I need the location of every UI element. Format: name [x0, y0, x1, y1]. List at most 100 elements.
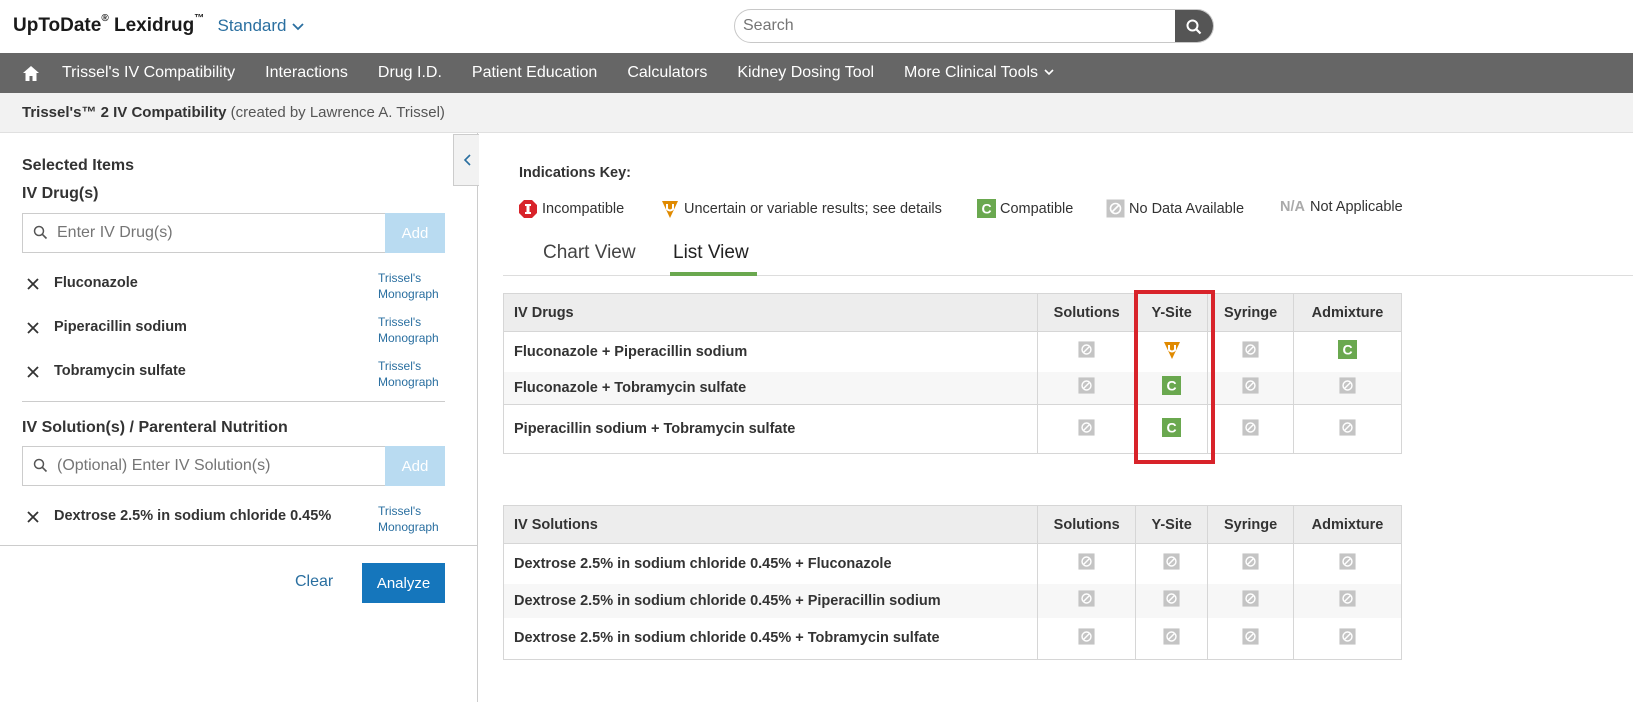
monograph-link[interactable]: Trissel's Monograph	[378, 358, 439, 390]
cell-solutions[interactable]	[1037, 371, 1137, 405]
brand-logo[interactable]: UpToDate® Lexidrug™ Standard	[13, 13, 305, 37]
key-not-applicable-label: Not Applicable	[1309, 199, 1403, 215]
selected-drug-item: Piperacillin sodium Trissel's Monograph	[22, 314, 445, 348]
col-syringe: Syringe	[1207, 293, 1295, 332]
monograph-link[interactable]: Trissel's Monograph	[378, 503, 439, 535]
iv-drugs-table: IV Drugs Solutions Y-Site Syringe Admixt…	[502, 293, 1402, 454]
no-data-icon	[1339, 553, 1356, 574]
cell-admixture[interactable]	[1293, 543, 1402, 584]
iv-solutions-heading: IV Solution(s) / Parenteral Nutrition	[22, 419, 288, 436]
table-row: Dextrose 2.5% in sodium chloride 0.45% +…	[502, 583, 1402, 618]
no-data-icon	[1078, 553, 1095, 574]
add-drug-button[interactable]: Add	[385, 213, 445, 253]
cell-admixture[interactable]	[1293, 583, 1402, 618]
drug-name: Tobramycin sulfate	[54, 363, 186, 379]
cell-admixture[interactable]	[1293, 371, 1402, 405]
remove-icon[interactable]	[26, 277, 40, 291]
col-ysite: Y-Site	[1135, 505, 1209, 544]
monograph-link-line2: Monograph	[378, 331, 439, 345]
solution-search-field: Add	[22, 446, 445, 486]
cell-solutions[interactable]	[1037, 543, 1137, 584]
uncertain-icon	[662, 201, 678, 218]
solution-pair-label: Dextrose 2.5% in sodium chloride 0.45% +…	[502, 543, 1039, 584]
drug-search-field: Add	[22, 213, 445, 253]
home-button[interactable]	[0, 53, 62, 93]
cell-solutions[interactable]	[1037, 331, 1137, 372]
page-title-credit: (created by Lawrence A. Trissel)	[230, 104, 445, 121]
chevron-down-icon	[292, 22, 305, 30]
no-data-icon	[1339, 628, 1356, 649]
key-compatible: C Compatible	[977, 199, 1073, 218]
nav-drug-id[interactable]: Drug I.D.	[378, 64, 442, 82]
solution-search-input[interactable]	[57, 447, 397, 485]
no-data-icon	[1242, 418, 1259, 440]
monograph-link[interactable]: Trissel's Monograph	[378, 270, 439, 302]
iv-drugs-header: IV Drugs	[502, 293, 1039, 332]
cell-solutions[interactable]	[1037, 583, 1137, 618]
nav-kidney-dosing[interactable]: Kidney Dosing Tool	[737, 64, 874, 82]
key-not-applicable: N/A Not Applicable	[1280, 199, 1403, 215]
remove-icon[interactable]	[26, 321, 40, 335]
cell-admixture[interactable]: C	[1293, 331, 1402, 372]
nav-patient-education[interactable]: Patient Education	[472, 64, 597, 82]
collapse-panel-button[interactable]	[453, 134, 479, 186]
iv-solutions-table: IV Solutions Solutions Y-Site Syringe Ad…	[502, 505, 1402, 660]
svg-text:C: C	[981, 201, 991, 217]
table-row: Dextrose 2.5% in sodium chloride 0.45% +…	[502, 543, 1402, 584]
nav-interactions[interactable]: Interactions	[265, 64, 348, 82]
nav-calculators[interactable]: Calculators	[627, 64, 707, 82]
nav-more-tools[interactable]: More Clinical Tools	[904, 64, 1054, 82]
monograph-link[interactable]: Trissel's Monograph	[378, 314, 439, 346]
no-data-icon	[1078, 590, 1095, 611]
cell-syringe[interactable]	[1207, 583, 1295, 618]
drug-search-input[interactable]	[57, 214, 397, 252]
col-admixture: Admixture	[1293, 293, 1402, 332]
no-data-icon	[1242, 553, 1259, 574]
no-data-icon	[1242, 341, 1259, 362]
top-bar: UpToDate® Lexidrug™ Standard	[0, 0, 1633, 53]
incompatible-icon	[519, 200, 537, 218]
add-solution-button[interactable]: Add	[385, 446, 445, 486]
cell-ysite[interactable]	[1135, 543, 1209, 584]
search-icon	[33, 225, 48, 240]
page-title: Trissel's™ 2 IV Compatibility (created b…	[22, 104, 445, 121]
col-solutions: Solutions	[1037, 293, 1137, 332]
remove-icon[interactable]	[26, 365, 40, 379]
key-uncertain: Uncertain or variable results; see detai…	[660, 199, 942, 219]
key-incompatible-label: Incompatible	[542, 201, 625, 217]
no-data-icon	[1078, 418, 1095, 440]
page-subheader: Trissel's™ 2 IV Compatibility (created b…	[0, 93, 1633, 133]
cell-ysite[interactable]	[1135, 617, 1209, 660]
brand-name: UpToDate	[13, 15, 102, 36]
cell-ysite[interactable]	[1135, 583, 1209, 618]
chevron-down-icon	[1044, 69, 1054, 76]
cell-syringe[interactable]	[1207, 617, 1295, 660]
cell-syringe[interactable]	[1207, 404, 1295, 454]
active-tab-indicator	[670, 272, 757, 276]
cell-solutions[interactable]	[1037, 617, 1137, 660]
analyze-button[interactable]: Analyze	[362, 563, 445, 603]
page-title-main: Trissel's™ 2 IV Compatibility	[22, 104, 227, 121]
monograph-link-line2: Monograph	[378, 375, 439, 389]
cell-syringe[interactable]	[1207, 371, 1295, 405]
tab-chart-view[interactable]: Chart View	[543, 242, 636, 264]
svg-text:C: C	[1342, 342, 1352, 358]
tab-list-view[interactable]: List View	[673, 242, 749, 264]
search-button[interactable]	[1175, 10, 1213, 42]
clear-button[interactable]: Clear	[295, 573, 333, 591]
cell-admixture[interactable]	[1293, 404, 1402, 454]
search-box	[734, 9, 1214, 43]
no-data-icon	[1242, 628, 1259, 649]
edition-selector[interactable]: Standard	[217, 16, 305, 35]
compatible-icon: C	[1338, 340, 1358, 363]
no-data-icon	[1078, 377, 1095, 398]
nav-trissels[interactable]: Trissel's IV Compatibility	[62, 64, 235, 82]
cell-admixture[interactable]	[1293, 617, 1402, 660]
search-input[interactable]	[743, 10, 1163, 42]
cell-syringe[interactable]	[1207, 331, 1295, 372]
cell-syringe[interactable]	[1207, 543, 1295, 584]
remove-icon[interactable]	[26, 510, 40, 524]
cell-solutions[interactable]	[1037, 404, 1137, 454]
table-row: Piperacillin sodium + Tobramycin sulfate…	[502, 404, 1402, 454]
nav-more-tools-label: More Clinical Tools	[904, 64, 1039, 81]
